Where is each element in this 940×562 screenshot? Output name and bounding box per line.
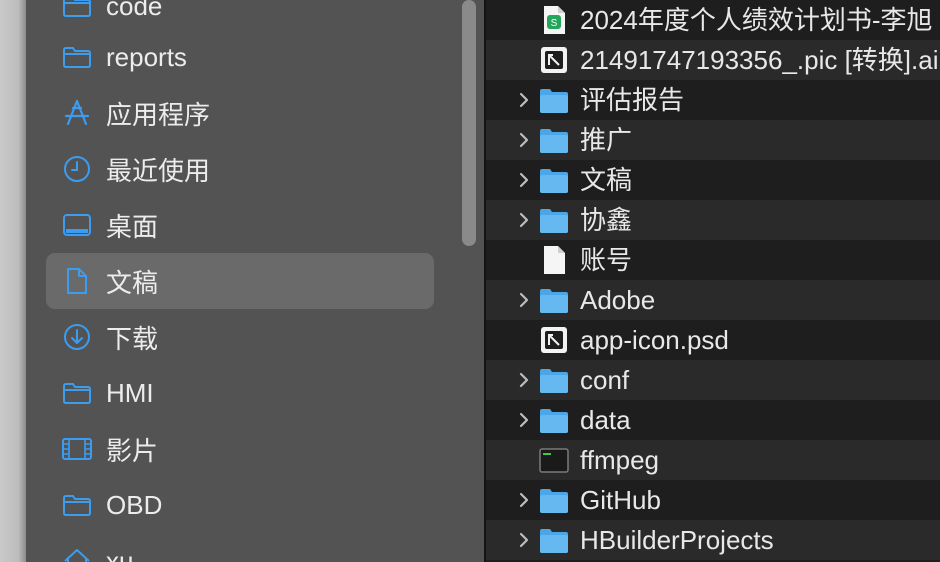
image-file-icon <box>538 44 570 76</box>
list-item[interactable]: 评估报告 <box>486 80 940 120</box>
folder-icon <box>538 364 570 396</box>
folder-icon <box>538 84 570 116</box>
folder-icon <box>538 124 570 156</box>
home-icon <box>60 544 94 562</box>
file-name: app-icon.psd <box>580 325 729 355</box>
sidebar-scrollbar[interactable] <box>462 0 476 246</box>
file-list: S 2024年度个人绩效计划书-李旭 21491747193356_.pic [… <box>486 0 940 562</box>
list-item[interactable]: S 2024年度个人绩效计划书-李旭 <box>486 0 940 40</box>
file-name: 文稿 <box>580 165 633 195</box>
sidebar-item-label: 下载 <box>106 323 159 354</box>
sidebar-item-label: 影片 <box>106 435 159 466</box>
chevron-right-icon[interactable] <box>516 369 532 391</box>
clock-icon <box>60 152 94 186</box>
list-item[interactable]: 21491747193356_.pic [转换].ai <box>486 40 940 80</box>
applications-icon <box>60 96 94 130</box>
chevron-right-icon[interactable] <box>516 129 532 151</box>
folder-icon <box>60 488 94 522</box>
sidebar-item-label: 桌面 <box>106 211 159 242</box>
sidebar-item-recents[interactable]: 最近使用 <box>46 141 434 197</box>
sidebar-item-obd[interactable]: OBD <box>46 477 434 533</box>
folder-icon <box>538 204 570 236</box>
chevron-right-icon[interactable] <box>516 169 532 191</box>
chevron-right-icon[interactable] <box>516 289 532 311</box>
sidebar-item-label: OBD <box>106 489 163 520</box>
file-name: 协鑫 <box>580 205 633 235</box>
sidebar-item-movies[interactable]: 影片 <box>46 421 434 477</box>
blank-file-icon <box>538 244 570 276</box>
file-name: Adobe <box>580 285 656 315</box>
sidebar-item-reports[interactable]: reports <box>46 29 434 85</box>
sidebar-item-label: xu <box>106 545 134 562</box>
chevron-right-icon[interactable] <box>516 209 532 231</box>
image-file-icon <box>538 324 570 356</box>
sidebar-item-applications[interactable]: 应用程序 <box>46 85 434 141</box>
sidebar-item-label: code <box>106 0 163 21</box>
list-item[interactable]: app-icon.psd <box>486 320 940 360</box>
sidebar-item-label: 应用程序 <box>106 99 211 130</box>
terminal-icon <box>538 444 570 476</box>
file-name: ffmpeg <box>580 445 660 475</box>
file-name: HBuilderProjects <box>580 525 774 555</box>
sidebar-item-downloads[interactable]: 下载 <box>46 309 434 365</box>
svg-text:S: S <box>551 18 558 29</box>
list-item[interactable]: GitHub <box>486 480 940 520</box>
file-name: conf <box>580 365 630 395</box>
list-item[interactable]: HBuilderProjects <box>486 520 940 560</box>
list-item[interactable]: ffmpeg <box>486 440 940 480</box>
film-icon <box>60 432 94 466</box>
list-item[interactable]: 推广 <box>486 120 940 160</box>
sidebar-item-label: 文稿 <box>106 267 159 298</box>
chevron-right-icon[interactable] <box>516 409 532 431</box>
folder-icon <box>60 376 94 410</box>
list-item[interactable]: 文稿 <box>486 160 940 200</box>
sidebar-item-home[interactable]: xu <box>46 533 434 562</box>
folder-icon <box>538 164 570 196</box>
file-name: 2024年度个人绩效计划书-李旭 <box>580 5 933 35</box>
sidebar: code reports 应用程序 最近使用 桌面 文稿 下载 HMI 影片 O… <box>26 0 484 562</box>
file-name: 账号 <box>580 245 633 275</box>
list-item[interactable]: data <box>486 400 940 440</box>
folder-icon <box>538 404 570 436</box>
chevron-right-icon[interactable] <box>516 529 532 551</box>
sidebar-item-desktop[interactable]: 桌面 <box>46 197 434 253</box>
sidebar-item-label: HMI <box>106 377 154 408</box>
sidebar-item-label: 最近使用 <box>106 155 211 186</box>
file-name: data <box>580 405 631 435</box>
folder-icon <box>538 284 570 316</box>
sidebar-item-hmi[interactable]: HMI <box>46 365 434 421</box>
folder-icon <box>60 40 94 74</box>
chevron-right-icon[interactable] <box>516 489 532 511</box>
spreadsheet-icon: S <box>538 4 570 36</box>
file-name: GitHub <box>580 485 661 515</box>
file-name: 推广 <box>580 125 633 155</box>
list-item[interactable]: 协鑫 <box>486 200 940 240</box>
folder-icon <box>538 484 570 516</box>
file-name: 21491747193356_.pic [转换].ai <box>580 45 939 75</box>
desktop-icon <box>60 208 94 242</box>
chevron-right-icon[interactable] <box>516 89 532 111</box>
sidebar-item-label: reports <box>106 41 187 72</box>
folder-icon <box>538 524 570 556</box>
list-item[interactable]: 账号 <box>486 240 940 280</box>
download-icon <box>60 320 94 354</box>
sidebar-item-documents[interactable]: 文稿 <box>46 253 434 309</box>
file-name: 评估报告 <box>580 85 685 115</box>
list-item[interactable]: Adobe <box>486 280 940 320</box>
window-edge <box>0 0 26 562</box>
list-item[interactable]: conf <box>486 360 940 400</box>
folder-icon <box>60 0 94 23</box>
document-icon <box>60 264 94 298</box>
